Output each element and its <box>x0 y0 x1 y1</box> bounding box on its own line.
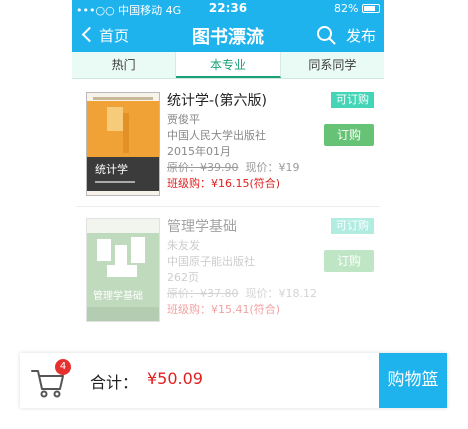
book-item[interactable]: 管理学基础 管理学基础 朱友发 中国原子能出版社 262页 原价：¥37.80 … <box>72 208 384 326</box>
total-value: ¥50.09 <box>147 369 203 388</box>
order-button[interactable]: 订购 <box>324 250 374 272</box>
chevron-left-icon <box>81 26 98 43</box>
battery-indicator: 82% <box>334 2 380 15</box>
order-button[interactable]: 订购 <box>324 124 374 146</box>
class-price: 班级购：¥16.15(符合) <box>167 177 281 190</box>
back-button[interactable]: 首页 <box>80 25 129 46</box>
status-bar: •••○○ 中国移动 4G 22:36 82% <box>72 0 384 18</box>
original-price: 原价：¥37.80 <box>167 287 239 300</box>
cover-title: 管理学基础 <box>93 289 143 302</box>
search-icon[interactable] <box>316 25 336 45</box>
book-pages: 262页 <box>167 271 199 284</box>
divider <box>76 206 380 207</box>
cart-count-badge: 4 <box>55 359 71 375</box>
book-price: 原价：¥37.80 现价：¥18.12 <box>167 286 377 302</box>
back-label: 首页 <box>99 27 130 45</box>
book-cover-image: 统计学 <box>87 93 159 195</box>
cart-button[interactable]: 购物篮 <box>379 353 447 408</box>
book-cover: 统计学 <box>86 92 160 196</box>
total-label: 合计： <box>90 373 139 392</box>
status-badge: 可订购 <box>331 92 374 108</box>
book-cover-image: 管理学基础 <box>87 219 159 321</box>
current-price-label: 现价： <box>245 161 279 174</box>
battery-icon <box>362 4 380 13</box>
category-tabs: 热门 本专业 同系同学 <box>72 52 384 79</box>
tab-classmates[interactable]: 同系同学 <box>281 52 384 78</box>
publish-button[interactable]: 发布 <box>346 25 376 46</box>
class-price: 班级购：¥15.41(符合) <box>167 303 281 316</box>
cover-title: 统计学 <box>95 162 128 176</box>
original-price: 原价：¥39.90 <box>167 161 239 174</box>
status-badge: 可订购 <box>331 218 374 234</box>
tab-popular[interactable]: 热门 <box>72 52 177 78</box>
current-price-label: 现价： <box>245 287 279 300</box>
book-item[interactable]: 统计学 统计学-(第六版) 贾俊平 中国人民大学出版社 2015年01月 原价：… <box>72 82 384 200</box>
book-date: 2015年01月 <box>167 145 231 158</box>
current-price: ¥19 <box>278 161 300 174</box>
battery-percent: 82% <box>334 2 359 15</box>
book-cover: 管理学基础 <box>86 218 160 322</box>
nav-header: 首页 图书漂流 发布 <box>72 18 384 52</box>
tab-my-major[interactable]: 本专业 <box>176 52 281 78</box>
current-price: ¥18.12 <box>278 287 318 300</box>
book-price: 原价：¥39.90 现价：¥19 <box>167 160 377 176</box>
cart-bar: 4 合计： ¥50.09 购物篮 <box>20 353 447 408</box>
